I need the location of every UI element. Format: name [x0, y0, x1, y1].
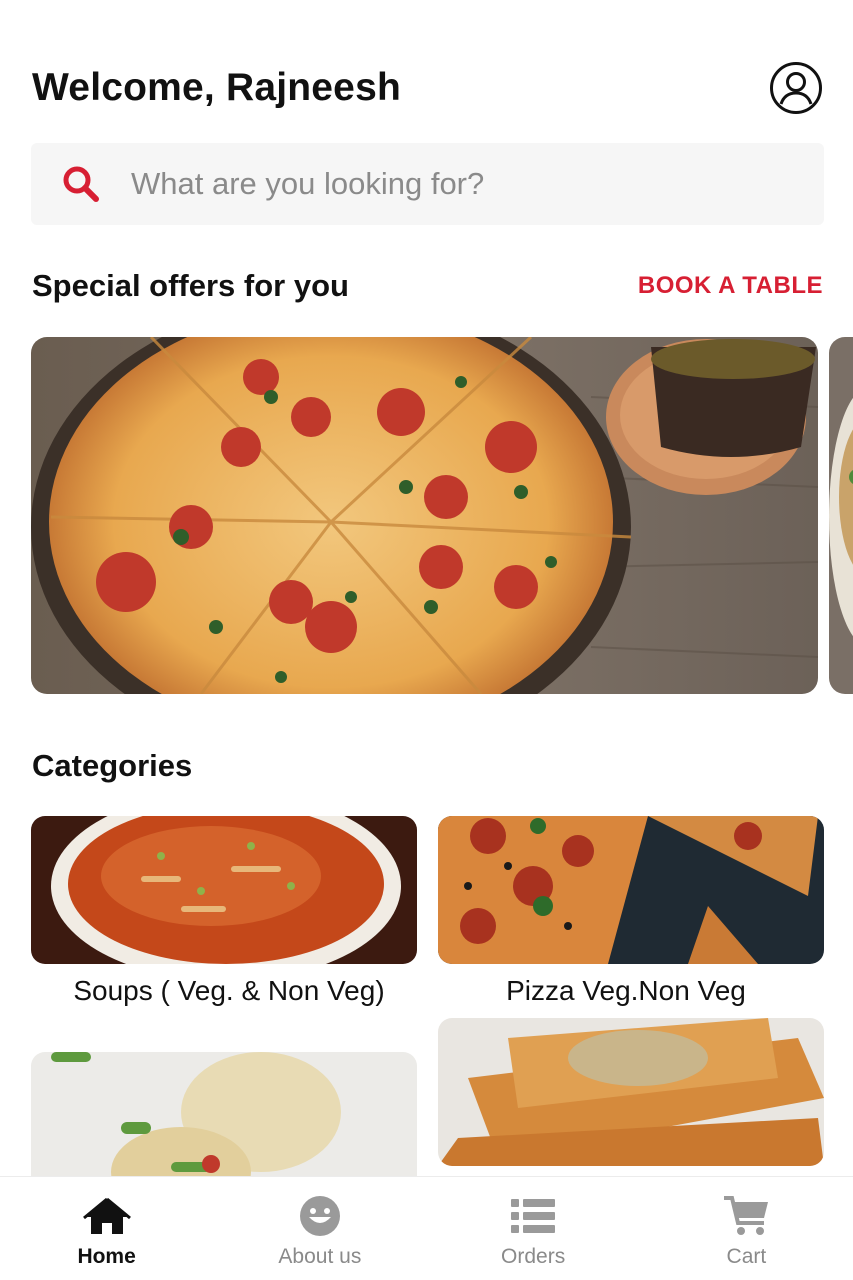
- category-card-soups[interactable]: [31, 816, 417, 964]
- user-profile-icon: [770, 62, 822, 114]
- search-input[interactable]: [131, 166, 771, 202]
- book-table-button[interactable]: BOOK A TABLE: [638, 272, 823, 300]
- nav-item-about-us[interactable]: About us: [213, 1177, 426, 1280]
- welcome-heading: Welcome, Rajneesh: [32, 66, 401, 109]
- home-icon: [82, 1195, 131, 1237]
- category-label-pizza: Pizza Veg.Non Veg: [506, 975, 746, 1006]
- categories-title: Categories: [32, 748, 193, 783]
- offer-banner-pizza[interactable]: [31, 337, 818, 694]
- nav-item-orders[interactable]: Orders: [427, 1177, 640, 1280]
- category-card-rolls[interactable]: [438, 1018, 824, 1166]
- nav-label-cart: Cart: [726, 1245, 767, 1268]
- cart-icon: [722, 1195, 770, 1237]
- pizza-offer-image: [31, 337, 818, 694]
- offer-next-image: [829, 337, 853, 694]
- pizza-slices-image: [438, 816, 824, 964]
- categories-header: Categories: [32, 746, 823, 786]
- soup-image: [31, 816, 417, 964]
- nav-label-about-us: About us: [278, 1245, 362, 1268]
- offer-banner-next[interactable]: [829, 337, 853, 694]
- offers-header: Special offers for you BOOK A TABLE: [32, 266, 823, 306]
- smiley-icon: [299, 1195, 341, 1237]
- category-label-soups: Soups ( Veg. & Non Veg): [73, 975, 385, 1006]
- offers-title: Special offers for you: [32, 268, 349, 303]
- nav-item-cart[interactable]: Cart: [640, 1177, 853, 1280]
- header: Welcome, Rajneesh: [32, 60, 823, 116]
- offers-carousel[interactable]: [31, 337, 853, 694]
- spring-rolls-image: [438, 1018, 824, 1166]
- search-bar[interactable]: [31, 143, 824, 225]
- profile-button[interactable]: [769, 61, 823, 115]
- search-icon[interactable]: [61, 164, 101, 204]
- nav-label-orders: Orders: [501, 1245, 566, 1268]
- category-card-pizza[interactable]: [438, 816, 824, 964]
- bottom-navigation: Home About us Orders Cart: [0, 1176, 853, 1280]
- nav-label-home: Home: [77, 1245, 136, 1268]
- nav-item-home[interactable]: Home: [0, 1177, 213, 1280]
- list-icon: [511, 1195, 556, 1237]
